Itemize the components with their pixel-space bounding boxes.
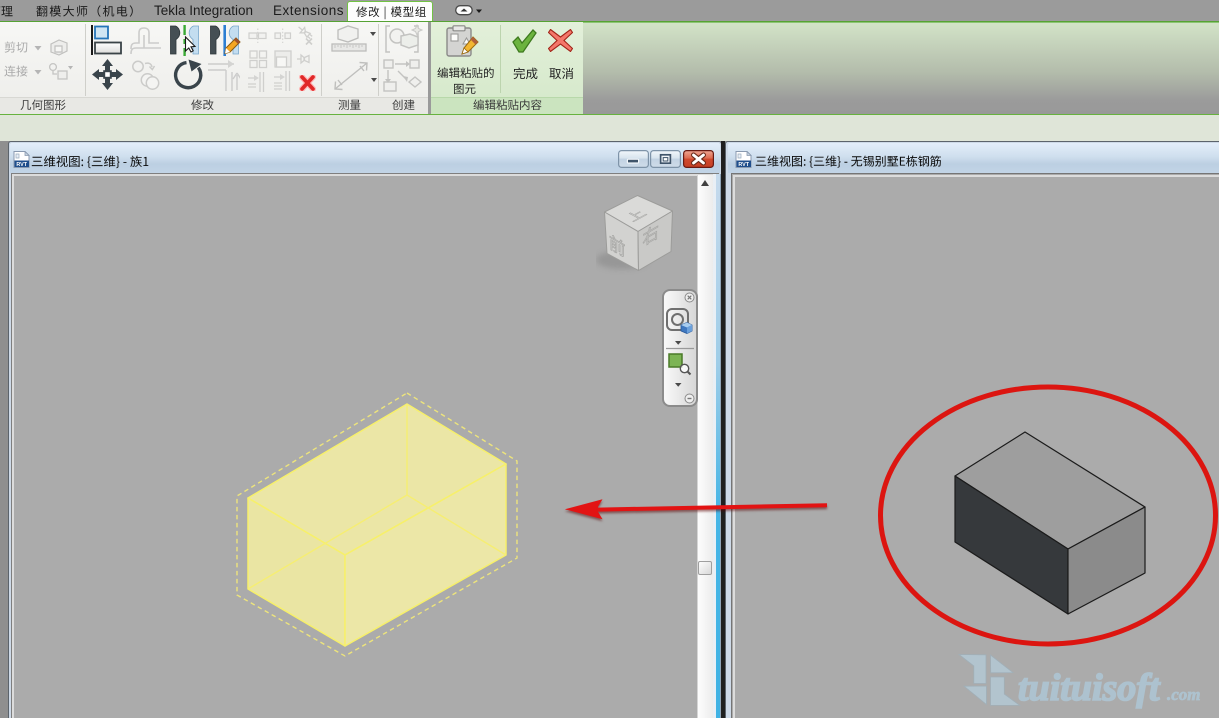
svg-text:RVT: RVT — [16, 162, 27, 168]
svg-text:.com: .com — [1167, 685, 1201, 704]
svg-text:RVT: RVT — [738, 162, 749, 168]
svg-text:tuituisoft: tuituisoft — [1018, 667, 1161, 709]
